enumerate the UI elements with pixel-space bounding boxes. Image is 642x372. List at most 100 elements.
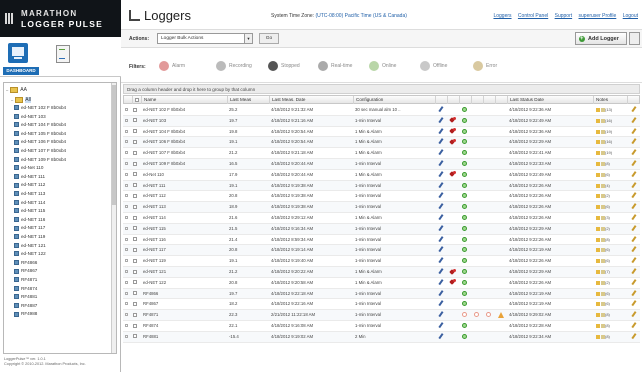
cell-name[interactable]: ed-NET 104 F 8b0xb4 <box>141 127 227 136</box>
tree-item[interactable]: ed-NET 121 <box>14 242 46 250</box>
row-checkbox[interactable] <box>133 269 137 274</box>
go-button[interactable]: Go <box>259 33 279 44</box>
link-control-panel[interactable]: Control Panel <box>518 13 548 19</box>
tree-scrollbar[interactable] <box>111 83 116 353</box>
edit-config-icon[interactable] <box>438 237 443 242</box>
notes-cell[interactable]: (6) <box>596 204 616 209</box>
edit-config-icon[interactable] <box>438 107 443 112</box>
table-row[interactable]: ed-NET 109 F 8b0xb4 16.5 4/18/2012 9:20:44… <box>123 159 640 170</box>
table-row[interactable]: ed-NET 115 21.5 4/18/2012 9:16:34 AM 1-min … <box>123 223 640 235</box>
header-last-status-date[interactable]: Last Status Date <box>508 96 594 104</box>
cell-name[interactable]: ed-NET 115 <box>141 224 227 233</box>
tree-item[interactable]: RF4867 <box>14 267 37 275</box>
table-row[interactable]: ed-NET 102 F 8b0xb4 25.2 4/18/2012 9:21:32… <box>123 105 640 116</box>
cell-name[interactable]: ed-NET 119 <box>141 256 227 265</box>
notes-cell[interactable]: (8) <box>596 237 616 242</box>
edit-config-icon[interactable] <box>438 323 443 328</box>
edit-logger-icon[interactable] <box>631 247 636 252</box>
edit-config-icon[interactable] <box>438 150 443 155</box>
expand-row-icon[interactable] <box>125 205 128 209</box>
cell-name[interactable]: ed-Net 110 <box>141 170 227 179</box>
cell-name[interactable]: RF4871 <box>141 310 227 319</box>
edit-logger-icon[interactable] <box>631 193 636 198</box>
tree-item[interactable]: ed-NET 104 F 8b0xb4 <box>14 121 66 129</box>
table-row[interactable]: ed-NET 111 19.1 4/18/2012 9:19:38 AM 1-min … <box>123 180 640 192</box>
notes-cell[interactable]: (3) <box>596 215 616 220</box>
expand-row-icon[interactable] <box>125 129 128 133</box>
filter-alarm[interactable]: Alarm <box>159 58 185 74</box>
tree-item[interactable]: ed-NET 102 F 8b0xb4 <box>14 104 66 112</box>
notes-cell[interactable]: (19) <box>596 129 616 134</box>
expand-row-icon[interactable] <box>125 237 128 241</box>
link-logout[interactable]: Logout <box>623 13 638 19</box>
cell-name[interactable]: ed-NET 114 <box>141 213 227 222</box>
row-checkbox[interactable] <box>133 247 137 252</box>
header-last-meas[interactable]: Last Meas <box>228 96 270 104</box>
expand-row-icon[interactable] <box>125 216 128 219</box>
edit-logger-icon[interactable] <box>631 258 636 263</box>
edit-logger-icon[interactable] <box>631 107 636 112</box>
table-row[interactable]: RF4866 19.7 4/18/2012 9:22:18 AM 1-min Inte… <box>123 288 640 300</box>
header-configuration[interactable]: Configuration <box>354 96 436 104</box>
cell-name[interactable]: ed-NET 121 <box>141 267 227 276</box>
expand-row-icon[interactable] <box>125 270 128 273</box>
tree-all[interactable]: – All <box>11 95 31 104</box>
expand-row-icon[interactable] <box>125 118 128 122</box>
table-row[interactable]: ed-NET 116 21.4 4/18/2012 8:59:34 AM 1-min … <box>123 235 640 246</box>
tree-item[interactable]: RF4866 <box>14 259 37 267</box>
notes-cell[interactable]: (7) <box>596 269 616 274</box>
table-row[interactable]: ed-NET 117 20.8 4/18/2012 9:19:14 AM 1-min … <box>123 245 640 257</box>
cell-name[interactable]: RF4866 <box>141 289 227 298</box>
tree-item[interactable]: RF4874 <box>14 285 37 293</box>
edit-logger-icon[interactable] <box>631 150 636 155</box>
edit-logger-icon[interactable] <box>631 204 636 209</box>
edit-logger-icon[interactable] <box>631 301 636 306</box>
cell-name[interactable]: ed-NET 122 <box>141 278 227 287</box>
edit-config-icon[interactable] <box>438 204 443 209</box>
edit-config-icon[interactable] <box>438 129 443 134</box>
tree-item[interactable]: RF4871 <box>14 276 37 284</box>
table-row[interactable]: RF4874 22.1 4/18/2012 9:16:08 AM 1-min Inte… <box>123 321 640 332</box>
edit-config-icon[interactable] <box>438 301 443 306</box>
header-select-all[interactable] <box>133 96 142 104</box>
tree-item[interactable]: ed-NET 117 <box>14 224 45 232</box>
tree-item[interactable]: ed-NET 103 <box>14 113 46 121</box>
expand-row-icon[interactable] <box>125 162 128 165</box>
row-checkbox[interactable] <box>133 183 137 188</box>
cell-name[interactable]: RF4881 <box>141 332 227 341</box>
table-row[interactable]: ed-Net 110 17.9 4/18/2012 9:20:44 AM 1 Min … <box>123 170 640 181</box>
row-checkbox[interactable] <box>133 150 137 155</box>
edit-logger-icon[interactable] <box>631 161 636 166</box>
tree-item[interactable]: RF4887 <box>14 302 37 310</box>
tree-root-aa[interactable]: – AA <box>6 85 27 94</box>
edit-config-icon[interactable] <box>438 247 443 252</box>
row-checkbox[interactable] <box>133 312 137 317</box>
cell-name[interactable]: ed-NET 111 <box>141 181 227 190</box>
expand-row-icon[interactable] <box>125 313 128 317</box>
select-all-checkbox[interactable] <box>135 97 139 102</box>
tree-item[interactable]: ed-NET 115 <box>14 207 45 215</box>
header-c1[interactable] <box>472 96 484 104</box>
cell-name[interactable]: ed-NET 112 <box>141 191 227 200</box>
edit-config-icon[interactable] <box>438 161 443 166</box>
row-checkbox[interactable] <box>133 107 137 112</box>
edit-config-icon[interactable] <box>438 118 443 123</box>
notes-cell[interactable]: (8) <box>596 161 616 166</box>
cell-name[interactable]: ed-NET 103 <box>141 116 227 125</box>
expand-row-icon[interactable] <box>125 226 128 230</box>
tree-item[interactable]: ed-NET 113 <box>14 190 45 198</box>
options-button[interactable] <box>629 32 640 45</box>
link-profile[interactable]: superuser Profile <box>579 13 617 19</box>
reports-icon[interactable] <box>52 43 72 63</box>
notes-cell[interactable]: (6) <box>596 172 616 177</box>
expand-row-icon[interactable] <box>125 248 128 252</box>
edit-config-icon[interactable] <box>438 334 443 339</box>
header-alarm-col[interactable] <box>448 96 460 104</box>
tree-scroll-thumb[interactable] <box>112 85 116 205</box>
notes-cell[interactable]: (16) <box>596 118 616 123</box>
notes-cell[interactable]: (6) <box>596 258 616 263</box>
bulk-actions-select[interactable]: Logger Bulk Actions ▼ <box>157 33 253 44</box>
tree-item[interactable]: ed-NET 116 <box>14 216 45 224</box>
cell-name[interactable]: ed-NET 116 <box>141 235 227 244</box>
tree-item[interactable]: ed-NET 119 <box>14 233 45 241</box>
